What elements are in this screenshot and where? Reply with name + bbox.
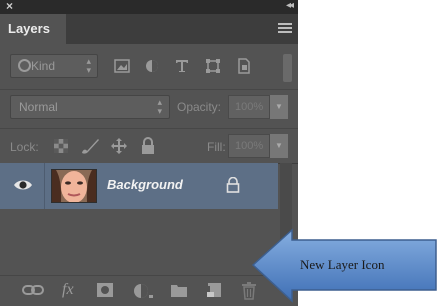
panel-title-bar: × ◂◂	[0, 0, 298, 14]
fill-input[interactable]: 100%	[228, 134, 270, 158]
link-layers-icon[interactable]	[22, 282, 44, 298]
filter-row: Kind ▴ ▾	[0, 44, 298, 90]
adjustment-layer-icon[interactable]	[132, 282, 154, 300]
kind-filter-label: Kind	[31, 59, 56, 73]
tab-layers[interactable]: Layers	[0, 14, 66, 44]
blend-row: Normal ▴ ▾ Opacity: 100% ▼	[0, 90, 298, 128]
add-mask-icon[interactable]	[96, 282, 114, 298]
blend-mode-dropdown[interactable]: Normal ▴ ▾	[10, 95, 170, 119]
close-icon[interactable]: ×	[6, 0, 13, 13]
new-group-icon[interactable]	[170, 282, 188, 298]
face-thumbnail-image	[52, 170, 96, 202]
lock-label: Lock:	[10, 140, 39, 154]
fill-label: Fill:	[207, 140, 226, 154]
lock-position-icon[interactable]	[110, 137, 128, 155]
layer-name[interactable]: Background	[107, 177, 183, 192]
tab-row: Layers	[0, 14, 298, 44]
annotation-label: New Layer Icon	[300, 257, 385, 272]
pixel-layer-filter-icon[interactable]	[114, 58, 130, 74]
filter-toggle-switch[interactable]	[283, 54, 292, 82]
layer-thumbnail	[51, 169, 97, 203]
fx-icon[interactable]: fx	[62, 281, 74, 299]
smart-object-filter-icon[interactable]	[236, 58, 252, 74]
kind-filter-dropdown[interactable]: Kind ▴ ▾	[10, 54, 98, 78]
collapse-icon[interactable]: ◂◂	[286, 0, 294, 11]
panel-menu-icon[interactable]	[278, 23, 292, 35]
dropdown-arrows-icon: ▴ ▾	[86, 56, 91, 75]
search-icon	[18, 59, 31, 72]
lock-row: Lock: Fill: 100% ▼	[0, 128, 298, 164]
type-layer-filter-icon[interactable]	[174, 58, 190, 74]
adjustment-layer-filter-icon[interactable]	[144, 58, 160, 74]
opacity-input[interactable]: 100%	[228, 95, 270, 119]
blend-mode-value: Normal	[19, 100, 58, 114]
lock-all-icon[interactable]	[140, 137, 156, 155]
layer-lock-icon	[226, 177, 240, 193]
lock-image-pixels-icon[interactable]	[80, 137, 100, 155]
shape-layer-filter-icon[interactable]	[205, 58, 221, 74]
layer-row[interactable]: Background	[0, 163, 278, 209]
dropdown-arrows-icon: ▴ ▾	[157, 97, 162, 116]
fill-slider-button[interactable]: ▼	[270, 134, 288, 158]
eye-icon	[14, 180, 32, 190]
new-layer-icon[interactable]	[205, 282, 223, 298]
opacity-slider-button[interactable]: ▼	[270, 95, 288, 119]
lock-transparent-pixels-icon[interactable]	[52, 137, 70, 155]
visibility-toggle[interactable]	[0, 163, 45, 209]
opacity-label: Opacity:	[177, 100, 222, 114]
